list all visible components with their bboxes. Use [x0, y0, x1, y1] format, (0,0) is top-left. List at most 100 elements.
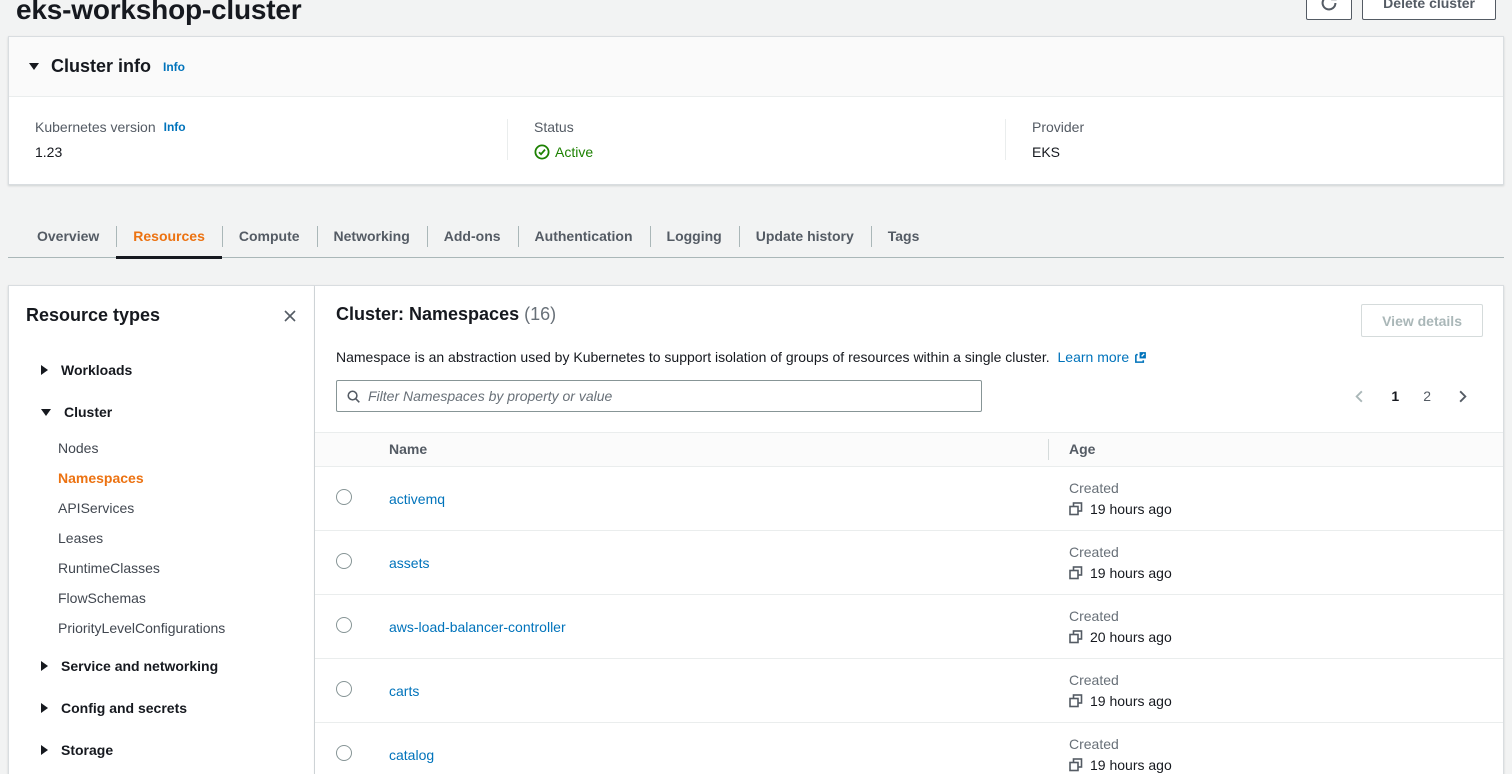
pagination-page-2[interactable]: 2 — [1421, 386, 1433, 406]
table-row: carts Created 19 hours ago — [315, 659, 1503, 723]
kubernetes-version-label: Kubernetes version — [35, 119, 156, 135]
provider-field: Provider EKS — [1005, 119, 1503, 160]
chevron-right-icon — [41, 365, 48, 375]
sidebar-item-flowschemas[interactable]: FlowSchemas — [26, 583, 300, 613]
created-label: Created — [1069, 544, 1503, 560]
tab-compute[interactable]: Compute — [222, 215, 317, 257]
tab-add-ons[interactable]: Add-ons — [427, 215, 518, 257]
sidebar-group-workloads[interactable]: Workloads — [26, 349, 300, 391]
sidebar-item-apiservices[interactable]: APIServices — [26, 493, 300, 523]
sidebar-group-label: Storage — [61, 742, 113, 758]
cluster-info-panel: Cluster info Info Kubernetes version Inf… — [8, 36, 1504, 185]
sidebar-item-nodes[interactable]: Nodes — [26, 433, 300, 463]
row-radio-button[interactable] — [336, 553, 352, 569]
close-icon — [282, 308, 298, 324]
resource-types-tree: Workloads Cluster Nodes Namespaces APISe… — [26, 349, 300, 771]
status-label: Status — [534, 119, 574, 135]
tab-networking[interactable]: Networking — [317, 215, 427, 257]
page-title: eks-workshop-cluster — [16, 0, 1496, 26]
table-row: activemq Created 19 hours ago — [315, 467, 1503, 531]
namespace-link[interactable]: carts — [389, 683, 419, 699]
pagination-next-button[interactable] — [1453, 387, 1472, 406]
delete-cluster-button[interactable]: Delete cluster — [1362, 0, 1496, 20]
provider-label: Provider — [1032, 119, 1084, 135]
chevron-left-icon — [1352, 389, 1367, 404]
created-label: Created — [1069, 480, 1503, 496]
sidebar-close-button[interactable] — [280, 306, 300, 326]
view-details-button[interactable]: View details — [1361, 304, 1483, 337]
chevron-down-icon — [41, 409, 51, 416]
copy-icon[interactable] — [1069, 502, 1083, 516]
namespace-link[interactable]: assets — [389, 555, 429, 571]
external-link-icon — [1134, 351, 1147, 364]
resource-types-sidebar: Resource types Workloads Cluster Nodes N… — [8, 285, 315, 774]
created-label: Created — [1069, 736, 1503, 752]
tab-tags[interactable]: Tags — [871, 215, 937, 257]
namespace-count: (16) — [524, 304, 556, 324]
collapse-caret-icon[interactable] — [29, 63, 39, 70]
provider-value: EKS — [1032, 144, 1477, 160]
tab-overview[interactable]: Overview — [20, 215, 116, 257]
namespaces-table: Name Age activemq Created 19 hours ago — [315, 432, 1503, 774]
learn-more-link[interactable]: Learn more — [1058, 348, 1148, 367]
age-value: 19 hours ago — [1090, 565, 1172, 581]
sidebar-group-label: Config and secrets — [61, 700, 187, 716]
cluster-group-children: Nodes Namespaces APIServices Leases Runt… — [26, 433, 300, 645]
learn-more-label: Learn more — [1058, 348, 1130, 367]
refresh-button[interactable] — [1306, 0, 1352, 20]
sidebar-title: Resource types — [26, 305, 160, 326]
tab-authentication[interactable]: Authentication — [518, 215, 650, 257]
chevron-right-icon — [41, 661, 48, 671]
sidebar-group-config-and-secrets[interactable]: Config and secrets — [26, 687, 300, 729]
row-radio-button[interactable] — [336, 745, 352, 761]
tab-update-history[interactable]: Update history — [739, 215, 871, 257]
status-text: Active — [555, 144, 593, 160]
kubernetes-version-info-link[interactable]: Info — [164, 120, 186, 134]
pagination-prev-button[interactable] — [1350, 387, 1369, 406]
content-area: Resource types Workloads Cluster Nodes N… — [8, 285, 1504, 774]
kubernetes-version-field: Kubernetes version Info 1.23 — [9, 119, 507, 160]
row-radio-button[interactable] — [336, 489, 352, 505]
table-row: assets Created 19 hours ago — [315, 531, 1503, 595]
copy-icon[interactable] — [1069, 694, 1083, 708]
namespace-link[interactable]: catalog — [389, 747, 434, 763]
cluster-info-title: Cluster info — [51, 56, 151, 77]
sidebar-item-namespaces[interactable]: Namespaces — [26, 463, 300, 493]
tab-resources[interactable]: Resources — [116, 215, 222, 257]
copy-icon[interactable] — [1069, 566, 1083, 580]
sidebar-group-storage[interactable]: Storage — [26, 729, 300, 771]
age-column-header: Age — [1048, 433, 1503, 467]
age-value: 20 hours ago — [1090, 629, 1172, 645]
kubernetes-version-value: 1.23 — [35, 144, 481, 160]
pagination-page-1[interactable]: 1 — [1389, 386, 1401, 406]
cluster-info-header[interactable]: Cluster info Info — [9, 37, 1503, 97]
row-radio-button[interactable] — [336, 617, 352, 633]
namespace-link[interactable]: aws-load-balancer-controller — [389, 619, 566, 635]
filter-namespaces-input[interactable] — [368, 388, 972, 404]
table-header-row: Name Age — [315, 433, 1503, 467]
tab-logging[interactable]: Logging — [650, 215, 739, 257]
cluster-info-body: Kubernetes version Info 1.23 Status Acti… — [9, 97, 1503, 184]
status-success-icon — [534, 144, 550, 160]
sidebar-group-cluster[interactable]: Cluster — [26, 391, 300, 433]
row-radio-button[interactable] — [336, 681, 352, 697]
age-value: 19 hours ago — [1090, 757, 1172, 773]
sidebar-item-prioritylevelconfigurations[interactable]: PriorityLevelConfigurations — [26, 613, 300, 643]
sidebar-item-runtimeclasses[interactable]: RuntimeClasses — [26, 553, 300, 583]
copy-icon[interactable] — [1069, 630, 1083, 644]
pagination: 1 2 — [1350, 386, 1483, 406]
cluster-info-info-link[interactable]: Info — [163, 60, 185, 74]
panel-description: Namespace is an abstraction used by Kube… — [336, 348, 1483, 367]
chevron-right-icon — [1455, 389, 1470, 404]
sidebar-item-leases[interactable]: Leases — [26, 523, 300, 553]
table-row: catalog Created 19 hours ago — [315, 723, 1503, 774]
namespaces-panel: Cluster: Namespaces (16) View details Na… — [315, 285, 1504, 774]
sidebar-group-service-and-networking[interactable]: Service and networking — [26, 645, 300, 687]
name-column-header: Name — [389, 433, 1048, 467]
namespace-link[interactable]: activemq — [389, 491, 445, 507]
header-actions: Delete cluster — [1306, 0, 1496, 20]
page-header: eks-workshop-cluster Delete cluster — [0, 0, 1512, 30]
copy-icon[interactable] — [1069, 758, 1083, 772]
sidebar-group-label: Workloads — [61, 362, 132, 378]
status-value: Active — [534, 144, 979, 160]
